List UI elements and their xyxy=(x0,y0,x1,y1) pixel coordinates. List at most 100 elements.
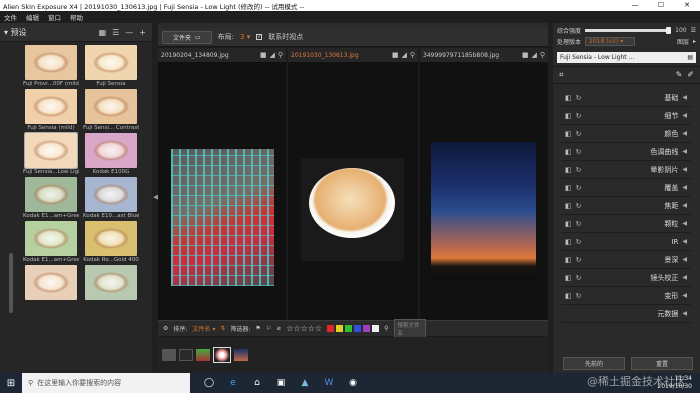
grid-view-icon[interactable]: ▦ xyxy=(99,28,107,37)
crop-icon[interactable]: ⌗ xyxy=(559,70,564,80)
sort-direction-icon[interactable]: ⇅ xyxy=(220,325,225,332)
adjustment-section[interactable]: ◧ ↻ 细节 ◀ xyxy=(561,107,691,125)
compare-pane-2[interactable]: 20191030_130613.jpg ■ ◢ ⚲ xyxy=(288,48,418,320)
filmstrip-thumb-current[interactable] xyxy=(213,347,231,363)
toggle-icon[interactable]: ◧ xyxy=(565,220,572,228)
toggle-icon[interactable]: ◧ xyxy=(565,238,572,246)
filename-search-input[interactable]: 搜索文件名 xyxy=(393,318,426,339)
reset-icon[interactable]: ↻ xyxy=(576,184,582,192)
adjustment-section[interactable]: ◧ ↻ 颗粒 ◀ xyxy=(561,215,691,233)
reset-icon[interactable]: ↻ xyxy=(576,238,582,246)
menu-icon[interactable]: ☰ xyxy=(691,27,696,34)
star-rating-filter[interactable]: ☆☆☆☆☆ xyxy=(286,324,322,333)
adjustment-section[interactable]: ◧ ↻ 覆盖 ◀ xyxy=(561,179,691,197)
expand-arrow-icon[interactable]: ◀ xyxy=(682,130,687,137)
toggle-icon[interactable]: ◧ xyxy=(565,148,572,156)
expand-arrow-icon[interactable]: ◀ xyxy=(682,310,687,317)
preset-item[interactable]: Fuji Sensi... Contrast xyxy=(83,89,139,133)
reset-icon[interactable]: ↻ xyxy=(576,292,582,300)
pin-icon[interactable]: ⚲ xyxy=(540,51,545,59)
preset-item[interactable]: Fuji Sensia (mild) xyxy=(23,89,79,133)
reset-button[interactable]: 重置 xyxy=(631,357,693,370)
windows-start-icon[interactable]: ⊞ xyxy=(0,378,22,389)
taskbar-search-input[interactable]: ⚲ 在这里输入你要搜索的内容 xyxy=(22,373,190,393)
folder-button[interactable]: 文件夹 ▭ xyxy=(162,30,212,44)
toggle-icon[interactable]: ◧ xyxy=(565,130,572,138)
adjustment-section[interactable]: ◧ ↻ 基础 ◀ xyxy=(561,89,691,107)
maximize-button[interactable]: ☐ xyxy=(648,0,674,11)
toggle-icon[interactable]: ◧ xyxy=(565,112,572,120)
minimize-button[interactable]: — xyxy=(622,0,648,11)
reset-icon[interactable]: ↻ xyxy=(576,202,582,210)
toggle-icon[interactable]: ◧ xyxy=(565,184,572,192)
expand-arrow-icon[interactable]: ◀ xyxy=(682,166,687,173)
store-icon[interactable]: ⌂ xyxy=(250,376,264,390)
opacity-value[interactable]: 100 xyxy=(675,27,686,34)
adjustment-section[interactable]: ◧ ↻ 焦距 ◀ xyxy=(561,197,691,215)
reset-icon[interactable]: ↻ xyxy=(576,130,582,138)
menu-help[interactable]: 帮助 xyxy=(70,12,83,22)
word-icon[interactable]: W xyxy=(322,376,336,390)
presets-title[interactable]: ▾ 预设 xyxy=(4,27,27,38)
filmstrip-thumb[interactable] xyxy=(162,349,176,361)
layout-select[interactable]: 3 ▾ xyxy=(240,33,250,41)
task-view-icon[interactable]: ◯ xyxy=(202,376,216,390)
compare-pane-3[interactable]: 3499997971185b808.jpg ■ ◢ ⚲ xyxy=(420,48,548,320)
preset-item[interactable] xyxy=(23,265,79,309)
opacity-slider[interactable] xyxy=(585,27,672,34)
sync-checkbox[interactable]: ✓ xyxy=(256,34,263,40)
color-label-swatch[interactable] xyxy=(372,325,380,332)
edge-browser-icon[interactable]: e xyxy=(226,376,240,390)
reject-icon[interactable]: ◢ xyxy=(531,51,536,59)
expand-icon[interactable]: ▸ xyxy=(693,38,696,45)
flag-icon[interactable]: ■ xyxy=(260,51,267,59)
list-view-icon[interactable]: ☰ xyxy=(112,28,119,37)
reset-icon[interactable]: ↻ xyxy=(576,166,582,174)
reject-icon[interactable]: ◢ xyxy=(401,51,406,59)
toggle-icon[interactable]: ◧ xyxy=(565,292,572,300)
expand-arrow-icon[interactable]: ◀ xyxy=(682,94,687,101)
preset-item[interactable]: Fuji Sensia...Low Light xyxy=(23,132,79,177)
adjustment-section[interactable]: ◧ ↻ 色调曲线 ◀ xyxy=(561,143,691,161)
toggle-icon[interactable]: ◧ xyxy=(565,166,572,174)
toggle-icon[interactable]: ◧ xyxy=(565,202,572,210)
filmstrip-thumb[interactable] xyxy=(196,349,210,361)
color-label-swatch[interactable] xyxy=(345,325,353,332)
filmstrip-thumb[interactable] xyxy=(179,349,193,361)
paint-icon[interactable]: ✐ xyxy=(687,70,694,80)
compare-pane-1[interactable]: 20190204_134809.jpg ■ ◢ ⚲ xyxy=(158,48,286,320)
reset-icon[interactable]: ↻ xyxy=(576,148,582,156)
adjustment-section[interactable]: 元数据 ◀ xyxy=(561,305,691,323)
color-label-swatch[interactable] xyxy=(327,325,335,332)
brush-icon[interactable]: ✎ xyxy=(676,70,683,80)
preset-item[interactable]: Kodak Ro...Gold 400 xyxy=(83,221,139,265)
toggle-icon[interactable]: ◧ xyxy=(565,274,572,282)
version-select[interactable]: 2018 (v2) ▾ xyxy=(585,37,636,46)
exposure-app-icon[interactable]: ◉ xyxy=(346,376,360,390)
layer-row[interactable]: Fuji Sensia - Low Light ... ▤ xyxy=(557,52,696,63)
reject-icon[interactable]: ◢ xyxy=(269,51,274,59)
color-label-swatch[interactable] xyxy=(363,325,371,332)
photo-app-icon[interactable]: ▲ xyxy=(298,376,312,390)
expand-arrow-icon[interactable]: ◀ xyxy=(682,256,687,263)
reset-icon[interactable]: ↻ xyxy=(576,94,582,102)
adjustment-section[interactable]: ◧ ↻ 晕影阴片 ◀ xyxy=(561,161,691,179)
preset-item[interactable] xyxy=(83,265,139,309)
menu-window[interactable]: 窗口 xyxy=(48,12,61,22)
collapse-icon[interactable]: — xyxy=(125,28,133,37)
search-icon[interactable]: ⚲ xyxy=(384,325,388,332)
flag-icon[interactable]: ■ xyxy=(392,51,399,59)
color-label-swatch[interactable] xyxy=(354,325,362,332)
toggle-icon[interactable]: ◧ xyxy=(565,256,572,264)
reset-icon[interactable]: ↻ xyxy=(576,220,582,228)
expand-arrow-icon[interactable]: ◀ xyxy=(682,112,687,119)
preset-item[interactable]: Fuji Provi...00F (mild) xyxy=(23,45,79,89)
adjustment-section[interactable]: ◧ ↻ 变形 ◀ xyxy=(561,287,691,305)
toggle-icon[interactable]: ◧ xyxy=(565,94,572,102)
settings-gear-icon[interactable]: ⚙ xyxy=(163,325,168,332)
adjustment-section[interactable]: ◧ ↻ 景深 ◀ xyxy=(561,251,691,269)
expand-arrow-icon[interactable]: ◀ xyxy=(682,274,687,281)
menu-file[interactable]: 文件 xyxy=(4,12,17,22)
expand-arrow-icon[interactable]: ◀ xyxy=(682,238,687,245)
preset-item[interactable]: Fuji Sensia xyxy=(83,45,139,89)
